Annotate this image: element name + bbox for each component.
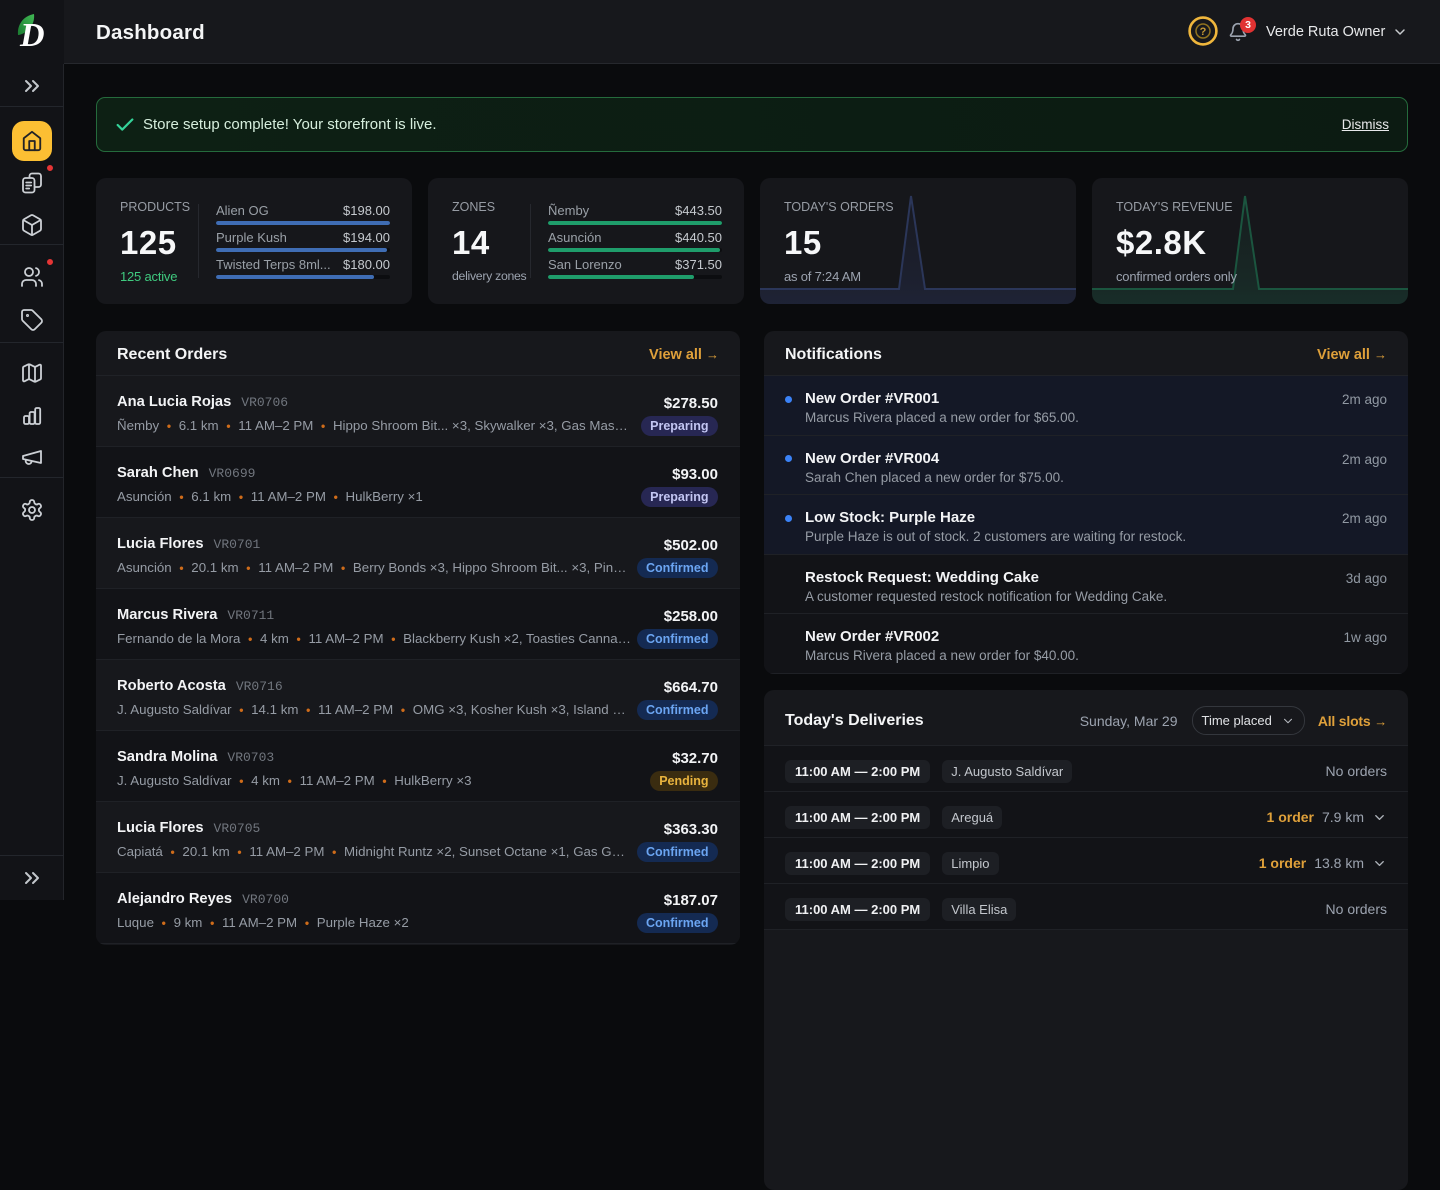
svg-text:?: ? xyxy=(1200,26,1207,38)
svg-text:D: D xyxy=(19,17,45,51)
